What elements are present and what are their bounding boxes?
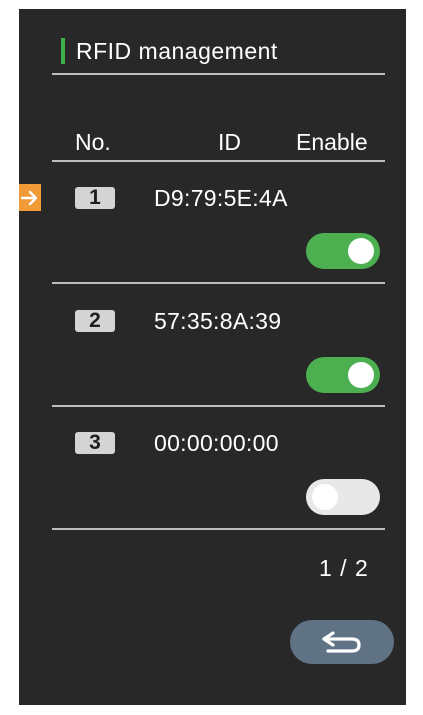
enable-toggle-2[interactable] <box>306 357 380 393</box>
back-button[interactable] <box>290 620 394 664</box>
row-number-2: 2 <box>75 310 115 332</box>
title-accent-bar <box>61 38 65 64</box>
toggle-knob <box>312 484 338 510</box>
toggle-knob <box>348 362 374 388</box>
column-header-id: ID <box>218 129 241 155</box>
column-header-no: No. <box>75 129 111 155</box>
page-title-text: RFID management <box>76 37 278 64</box>
row-id-1: D9:79:5E:4A <box>154 185 288 211</box>
row-id-3: 00:00:00:00 <box>154 430 279 456</box>
row-number-1: 1 <box>75 187 115 209</box>
row-divider-3 <box>52 528 385 530</box>
row-id-2: 57:35:8A:39 <box>154 308 282 334</box>
title-divider <box>52 73 385 75</box>
page-title: RFID management <box>61 33 278 69</box>
return-arrow-icon <box>322 631 361 653</box>
enable-toggle-1[interactable] <box>306 233 380 269</box>
arrow-right-icon <box>19 184 41 211</box>
row-number-3: 3 <box>75 432 115 454</box>
page-indicator: 1 / 2 <box>319 555 369 581</box>
toggle-knob <box>348 238 374 264</box>
row-divider-2 <box>52 405 385 407</box>
header-divider <box>52 160 385 162</box>
enable-toggle-3[interactable] <box>306 479 380 515</box>
column-header-enable: Enable <box>296 129 368 155</box>
row-divider-1 <box>52 282 385 284</box>
screen: RFID management No. ID Enable 1 D9:79:5E… <box>19 9 406 705</box>
